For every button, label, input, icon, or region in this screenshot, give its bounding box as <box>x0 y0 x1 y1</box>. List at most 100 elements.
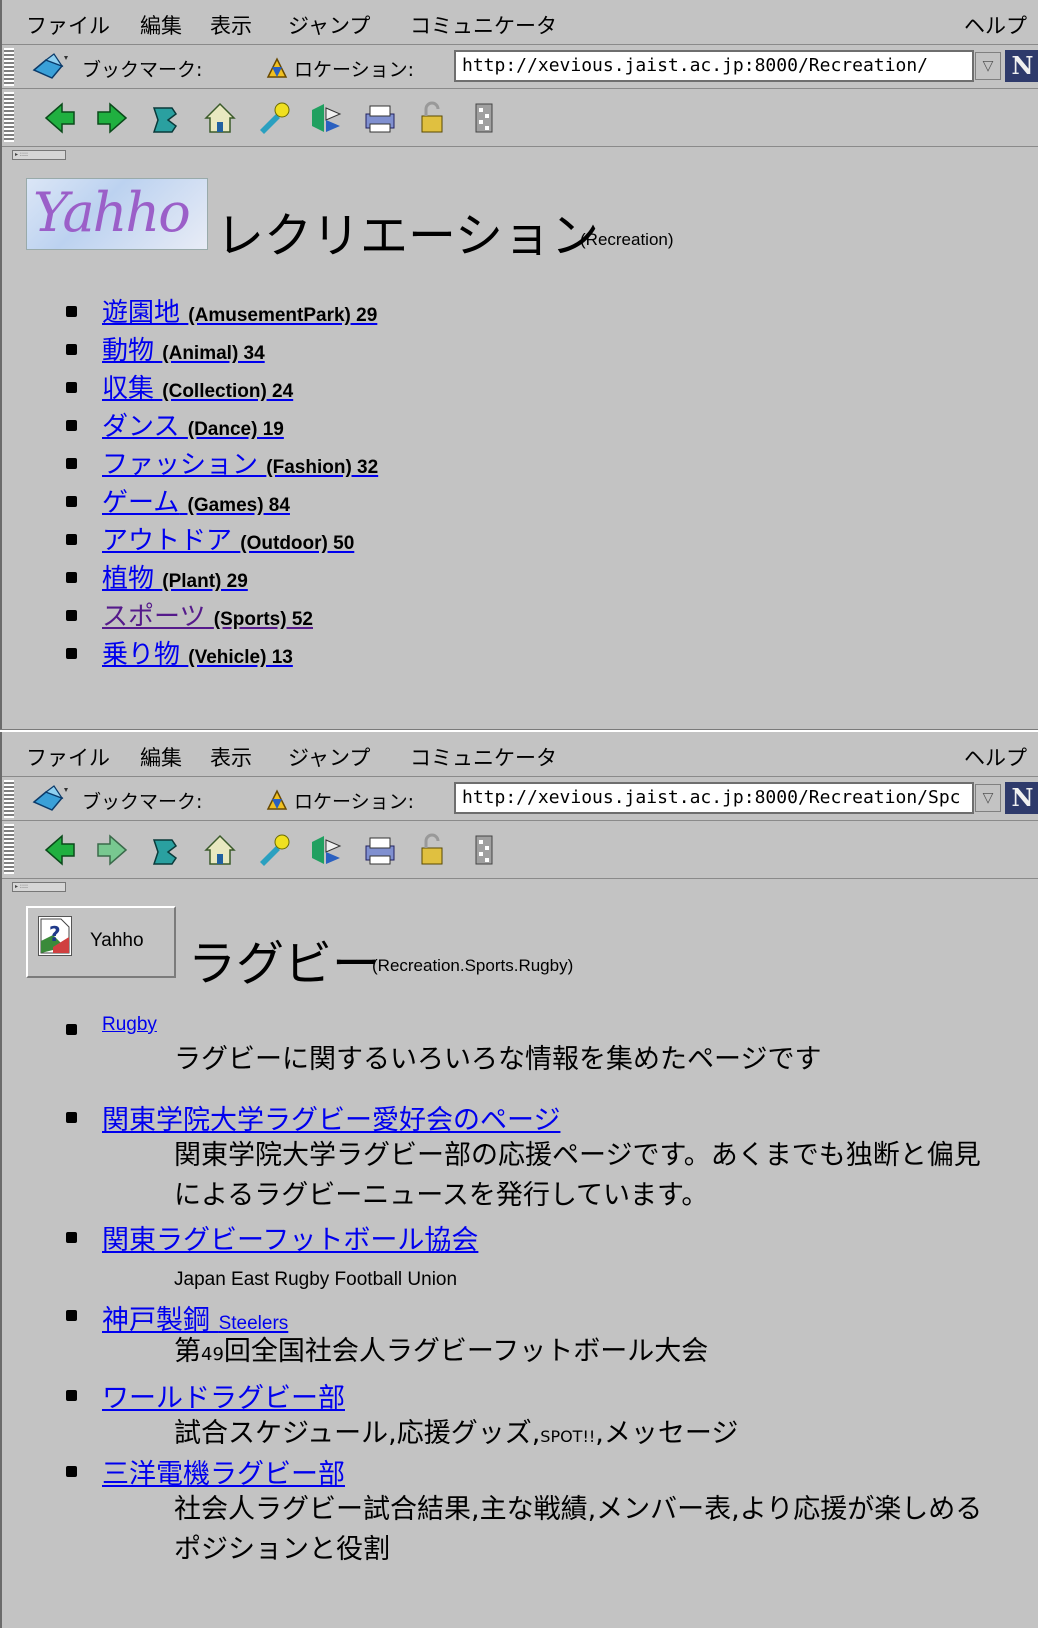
bullet <box>66 458 77 469</box>
link-description: 第49回全国社会人ラグビーフットボール大会 <box>174 1336 709 1367</box>
bullet <box>66 572 77 583</box>
forward-icon[interactable] <box>94 100 130 136</box>
location-label: ロケーション: <box>294 791 415 813</box>
bookmarks-label[interactable]: ブックマーク: <box>82 55 202 82</box>
page-title: レクリエーション <box>216 208 600 264</box>
link-world-rugby[interactable]: ワールドラグビー部 <box>102 1376 345 1415</box>
menu-go[interactable]: ジャンプ <box>288 10 370 40</box>
link-description: ラグビーに関するいろいろな情報を集めたページです <box>174 1044 822 1075</box>
print-icon[interactable] <box>362 100 398 136</box>
browser-window-rugby: ファイル 編集 表示 ジャンプ コミュニケータ ヘルプ ブックマーク: ロケーシ… <box>0 732 1038 1628</box>
broken-image-icon: ? <box>38 916 72 956</box>
collapse-toolbar-tab[interactable]: ▸ :::: <box>12 150 66 160</box>
menu-communicator[interactable]: コミュニケータ <box>410 742 557 772</box>
page-subtitle: (Recreation) <box>580 230 674 249</box>
page-subtitle: (Recreation.Sports.Rugby) <box>372 956 574 975</box>
back-icon[interactable] <box>42 100 78 136</box>
link-kanto-rugby-union[interactable]: 関東ラグビーフットボール協会 <box>102 1218 478 1257</box>
bookmark-icon[interactable] <box>32 784 70 814</box>
menu-communicator[interactable]: コミュニケータ <box>410 10 557 40</box>
svg-text:?: ? <box>49 922 61 946</box>
location-toolbar: ブックマーク: ロケーション: http://xevious.jaist.ac.… <box>2 778 1038 821</box>
stop-icon[interactable] <box>466 832 502 868</box>
yahho-logo: Yahho <box>26 178 208 250</box>
link-rugby[interactable]: Rugby <box>102 1014 157 1036</box>
stop-icon[interactable] <box>466 100 502 136</box>
guide-icon[interactable] <box>308 832 344 868</box>
bullet <box>66 420 77 431</box>
toolbar-grip[interactable] <box>4 48 14 86</box>
menu-file[interactable]: ファイル <box>26 10 110 40</box>
menu-help[interactable]: ヘルプ <box>964 742 1027 772</box>
link-description: 関東学院大学ラグビー部の応援ページです。あくまでも独断と偏見によるラグビーニュー… <box>174 1140 981 1211</box>
bullet <box>66 1390 77 1401</box>
navigation-toolbar <box>2 822 1038 879</box>
bullet <box>66 496 77 507</box>
menu-help[interactable]: ヘルプ <box>964 10 1027 40</box>
bullet <box>66 1024 77 1035</box>
bullet <box>66 344 77 355</box>
bookmark-icon[interactable] <box>32 52 70 82</box>
home-icon[interactable] <box>202 100 238 136</box>
broken-image-placeholder: ? Yahho <box>26 906 176 978</box>
menu-view[interactable]: 表示 <box>210 10 252 40</box>
menu-file[interactable]: ファイル <box>26 742 110 772</box>
url-input[interactable]: http://xevious.jaist.ac.jp:8000/Recreati… <box>454 782 974 814</box>
search-icon[interactable] <box>256 832 292 868</box>
bookmarks-label[interactable]: ブックマーク: <box>82 787 202 814</box>
category-link-collection[interactable]: 収集 (Collection) 24 <box>102 368 293 405</box>
bullet <box>66 382 77 393</box>
toolbar-grip[interactable] <box>4 824 14 874</box>
bullet <box>66 610 77 621</box>
link-description: Japan East Rugby Football Union <box>174 1269 458 1290</box>
bullet <box>66 648 77 659</box>
menu-edit[interactable]: 編集 <box>140 10 182 40</box>
bullet <box>66 534 77 545</box>
toolbar-grip[interactable] <box>4 92 14 142</box>
navigation-toolbar <box>2 90 1038 147</box>
reload-icon[interactable] <box>148 100 184 136</box>
collapse-toolbar-tab[interactable]: ▸ :::: <box>12 882 66 892</box>
netscape-logo-icon[interactable]: N <box>1005 782 1038 814</box>
menu-go[interactable]: ジャンプ <box>288 742 370 772</box>
url-input[interactable]: http://xevious.jaist.ac.jp:8000/Recreati… <box>454 50 974 82</box>
forward-icon[interactable] <box>94 832 130 868</box>
home-icon[interactable] <box>202 832 238 868</box>
bullet <box>66 1112 77 1123</box>
bullet <box>66 1232 77 1243</box>
category-link-amusementpark[interactable]: 遊園地 (AmusementPark) 29 <box>102 292 377 329</box>
reload-icon[interactable] <box>148 832 184 868</box>
menu-view[interactable]: 表示 <box>210 742 252 772</box>
search-icon[interactable] <box>256 100 292 136</box>
back-icon[interactable] <box>42 832 78 868</box>
security-icon[interactable] <box>414 832 450 868</box>
guide-icon[interactable] <box>308 100 344 136</box>
category-link-sports[interactable]: スポーツ (Sports) 52 <box>102 596 313 633</box>
category-link-outdoor[interactable]: アウトドア (Outdoor) 50 <box>102 520 354 557</box>
category-link-games[interactable]: ゲーム (Games) 84 <box>102 482 290 519</box>
link-kanto-gakuin-rugby[interactable]: 関東学院大学ラグビー愛好会のページ <box>102 1098 560 1137</box>
link-sanyo-rugby[interactable]: 三洋電機ラグビー部 <box>102 1452 345 1491</box>
bullet <box>66 1310 77 1321</box>
category-link-fashion[interactable]: ファッション (Fashion) 32 <box>102 444 378 481</box>
url-dropdown-button[interactable]: ▽ <box>975 784 1001 812</box>
menu-bar: ファイル 編集 表示 ジャンプ コミュニケータ ヘルプ <box>2 732 1038 777</box>
category-link-vehicle[interactable]: 乗り物 (Vehicle) 13 <box>102 634 293 671</box>
url-dropdown-button[interactable]: ▽ <box>975 52 1001 80</box>
location-icon[interactable] <box>264 53 290 81</box>
security-icon[interactable] <box>414 100 450 136</box>
category-link-plant[interactable]: 植物 (Plant) 29 <box>102 558 248 595</box>
menu-edit[interactable]: 編集 <box>140 742 182 772</box>
toolbar-grip[interactable] <box>4 780 14 818</box>
menu-bar: ファイル 編集 表示 ジャンプ コミュニケータ ヘルプ <box>2 0 1038 45</box>
link-description: 試合スケジュール,応援グッズ,SPOT!!,メッセージ <box>174 1418 739 1449</box>
page-title: ラグビー <box>188 936 381 992</box>
browser-window-recreation: ファイル 編集 表示 ジャンプ コミュニケータ ヘルプ ブックマーク: ロケーシ… <box>0 0 1038 730</box>
bullet <box>66 1466 77 1477</box>
category-link-animal[interactable]: 動物 (Animal) 34 <box>102 330 265 367</box>
category-link-dance[interactable]: ダンス (Dance) 19 <box>102 406 284 443</box>
netscape-logo-icon[interactable]: N <box>1005 50 1038 82</box>
location-icon[interactable] <box>264 785 290 813</box>
location-toolbar: ブックマーク: ロケーション: http://xevious.jaist.ac.… <box>2 46 1038 89</box>
print-icon[interactable] <box>362 832 398 868</box>
